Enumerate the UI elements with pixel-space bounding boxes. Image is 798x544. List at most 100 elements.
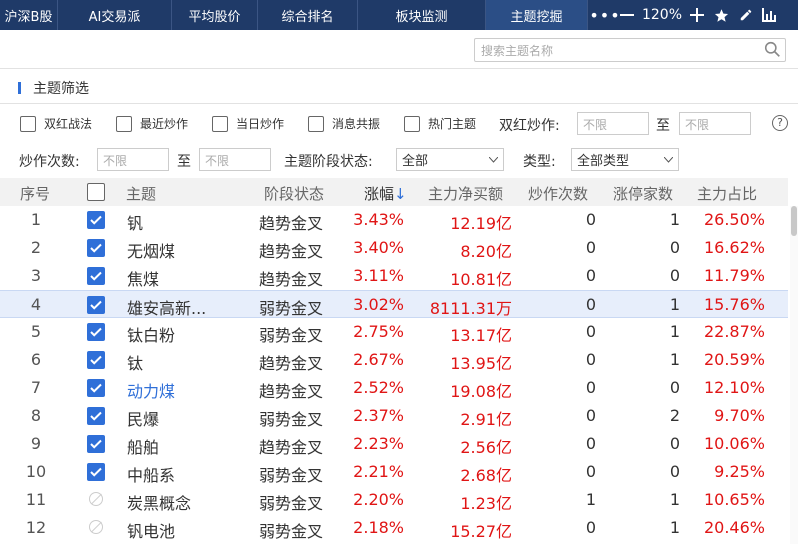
edit-icon[interactable] [734, 8, 758, 22]
row-change: 2.23% [353, 434, 404, 453]
filter-dual-red-strategy[interactable]: 双红战法 [20, 115, 92, 132]
row-checkbox[interactable] [87, 379, 105, 397]
table-row[interactable]: 5 钛白粉 弱势金叉 2.75% 13.17亿 0 1 22.87% [0, 318, 788, 346]
dual-red-min-input[interactable]: 不限 [577, 112, 649, 135]
zoom-in-icon[interactable] [686, 8, 708, 22]
row-net-buy: 12.19亿 [450, 214, 512, 233]
row-theme-name[interactable]: 无烟煤 [127, 238, 175, 262]
col-stage[interactable]: 阶段状态 [264, 183, 324, 204]
row-checkbox[interactable] [87, 211, 105, 229]
table-row[interactable]: 2 无烟煤 趋势金叉 3.40% 8.20亿 0 0 16.62% [0, 234, 788, 262]
table-row[interactable]: 8 民爆 弱势金叉 2.37% 2.91亿 0 2 9.70% [0, 402, 788, 430]
checkbox[interactable] [212, 115, 228, 132]
help-icon[interactable]: ? [772, 115, 788, 131]
tab-theme-mining[interactable]: 主题挖掘 [486, 0, 588, 30]
table-row[interactable]: 3 焦煤 趋势金叉 3.11% 10.81亿 0 0 11.79% [0, 262, 788, 290]
row-main-ratio: 11.79% [703, 266, 765, 285]
table-row[interactable]: 10 中船系 弱势金叉 2.21% 2.68亿 0 0 9.25% [0, 458, 788, 486]
vertical-scrollbar[interactable] [790, 206, 798, 544]
tab-ai-trade[interactable]: AI交易派 [58, 0, 172, 30]
row-change: 2.18% [353, 518, 404, 537]
col-hype-count[interactable]: 炒作次数 [528, 183, 588, 204]
row-checkbox[interactable] [87, 323, 105, 341]
stage-select[interactable]: 全部 [396, 148, 504, 171]
table-row[interactable]: 7 动力煤 趋势金叉 2.52% 19.08亿 0 0 12.10% [0, 374, 788, 402]
row-checkbox[interactable] [87, 239, 105, 257]
row-limit-up: 1 [669, 350, 680, 369]
row-theme-name[interactable]: 民爆 [127, 406, 159, 430]
table-row[interactable]: 12 钒电池 弱势金叉 2.18% 15.27亿 0 1 20.46% [0, 514, 788, 542]
col-limit-up[interactable]: 涨停家数 [613, 183, 673, 204]
more-icon[interactable]: ••• [589, 6, 619, 25]
row-stage: 弱势金叉 [259, 299, 324, 318]
theme-search-input[interactable]: 搜索主题名称 [474, 38, 786, 62]
table-row[interactable]: 6 钛 趋势金叉 2.67% 13.95亿 0 1 20.59% [0, 346, 788, 374]
table-row[interactable]: 1 钒 趋势金叉 3.43% 12.19亿 0 1 26.50% [0, 206, 788, 234]
row-theme-name[interactable]: 炭黑概念 [127, 490, 191, 514]
col-theme[interactable]: 主题 [126, 183, 156, 204]
row-hype-count: 0 [585, 238, 596, 257]
row-theme-name[interactable]: 钛 [127, 350, 143, 374]
row-hype-count: 0 [585, 210, 596, 229]
row-index: 4 [30, 295, 42, 314]
star-icon[interactable] [708, 8, 734, 23]
filter-today-hype[interactable]: 当日炒作 [212, 115, 284, 132]
col-index[interactable]: 序号 [20, 183, 50, 204]
row-theme-name[interactable]: 中船系 [127, 462, 175, 486]
type-select-value: 全部类型 [577, 154, 630, 169]
row-checkbox[interactable] [87, 296, 105, 314]
row-theme-name[interactable]: 船舶 [127, 434, 159, 458]
row-theme-name[interactable]: 钒 [127, 210, 143, 234]
col-change[interactable]: 涨幅↓ [364, 183, 407, 204]
section-title-text: 主题筛选 [33, 81, 89, 97]
tab-rank[interactable]: 综合排名 [258, 0, 358, 30]
row-theme-name[interactable]: 钛白粉 [127, 322, 175, 346]
row-hype-count: 0 [585, 462, 596, 481]
row-net-buy: 2.68亿 [460, 466, 512, 485]
checkbox-label: 最近炒作 [140, 117, 189, 131]
hype-count-max-input[interactable]: 不限 [199, 148, 271, 171]
type-select[interactable]: 全部类型 [571, 148, 679, 171]
table-row[interactable]: 11 炭黑概念 弱势金叉 2.20% 1.23亿 1 1 10.65% [0, 486, 788, 514]
row-theme-name[interactable]: 焦煤 [127, 266, 159, 290]
filter-news-resonance[interactable]: 消息共振 [308, 115, 380, 132]
row-theme-name[interactable]: 动力煤 [127, 378, 175, 402]
tab-shsz-b[interactable]: 沪深B股 [0, 0, 58, 30]
row-checkbox[interactable] [87, 435, 105, 453]
hype-count-min-input[interactable]: 不限 [97, 148, 169, 171]
row-checkbox[interactable] [87, 463, 105, 481]
row-hype-count: 0 [585, 518, 596, 537]
row-stage: 趋势金叉 [259, 270, 324, 289]
table-row[interactable]: 9 船舶 趋势金叉 2.23% 2.56亿 0 0 10.06% [0, 430, 788, 458]
checkbox[interactable] [404, 115, 420, 132]
chevron-down-icon [663, 152, 674, 167]
checkbox[interactable] [308, 115, 324, 132]
table-row[interactable]: 4 雄安高新... 弱势金叉 3.02% 8111.31万 0 1 15.76% [0, 290, 788, 318]
filter-hot-theme[interactable]: 热门主题 [404, 115, 476, 132]
row-theme-name[interactable]: 钒电池 [127, 518, 175, 542]
row-theme-name[interactable]: 雄安高新... [127, 295, 206, 319]
col-net-buy[interactable]: 主力净买额 [428, 183, 503, 204]
zoom-out-icon[interactable] [616, 8, 638, 22]
col-main-ratio[interactable]: 主力占比 [697, 183, 757, 204]
scrollbar-thumb[interactable] [791, 206, 797, 236]
range-to-label: 至 [656, 118, 670, 134]
filter-recent-hype[interactable]: 最近炒作 [116, 115, 188, 132]
tab-avg-price[interactable]: 平均股价 [172, 0, 258, 30]
checkbox[interactable] [20, 115, 36, 132]
select-all-checkbox[interactable] [87, 183, 105, 201]
row-checkbox[interactable] [87, 267, 105, 285]
row-index: 2 [30, 238, 42, 257]
tab-sector-monitor[interactable]: 板块监测 [358, 0, 486, 30]
checkbox[interactable] [116, 115, 132, 132]
col-change-label: 涨幅 [364, 185, 395, 203]
chart-icon[interactable] [758, 8, 780, 22]
section-accent-bar [18, 82, 21, 94]
stage-select-value: 全部 [402, 154, 429, 169]
row-checkbox[interactable] [87, 351, 105, 369]
hype-count-label: 炒作次数: [19, 154, 80, 170]
row-main-ratio: 22.87% [703, 322, 765, 341]
dual-red-max-input[interactable]: 不限 [679, 112, 751, 135]
row-checkbox[interactable] [87, 407, 105, 425]
search-icon[interactable] [764, 41, 781, 62]
